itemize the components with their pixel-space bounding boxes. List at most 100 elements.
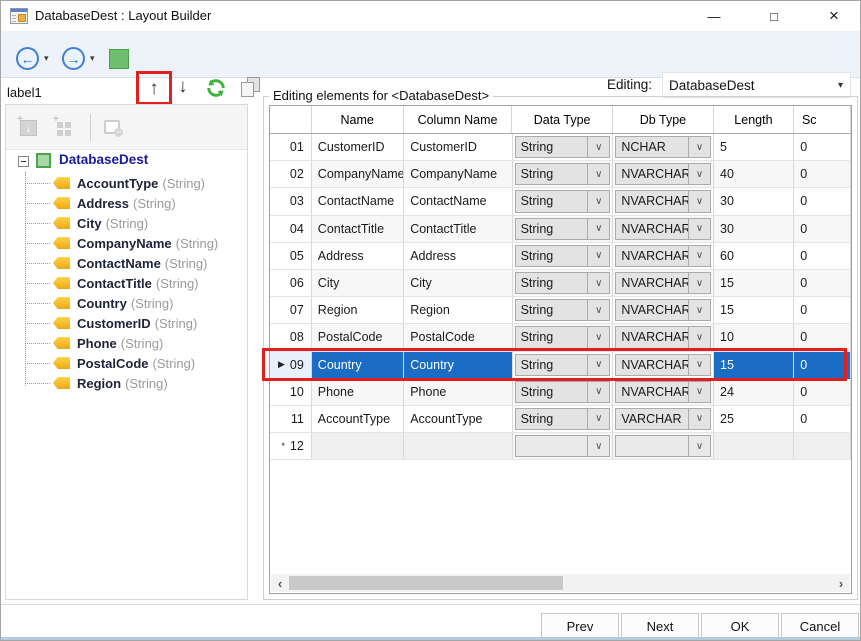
horizontal-scrollbar[interactable]: ‹ › [271, 574, 850, 592]
cell-scale[interactable]: 0 [794, 216, 851, 243]
minimize-button[interactable]: — [699, 4, 729, 28]
cell-scale[interactable]: 0 [794, 161, 851, 188]
cell-name[interactable]: Address [312, 243, 404, 270]
row-header[interactable]: 08 [270, 324, 312, 351]
copy-layout-button[interactable] [240, 77, 264, 99]
maximize-button[interactable]: □ [759, 4, 789, 28]
data-type-dropdown[interactable]: String∨ [515, 381, 611, 403]
collapse-icon[interactable] [18, 156, 29, 167]
db-type-dropdown[interactable]: NVARCHAR∨ [615, 218, 711, 240]
scrollbar-thumb[interactable] [289, 576, 563, 590]
cell-length[interactable]: 25 [714, 406, 794, 433]
tree-item[interactable]: ContactName(String) [6, 253, 247, 273]
row-header[interactable]: 06 [270, 270, 312, 297]
cell-length[interactable]: 5 [714, 134, 794, 161]
db-type-dropdown[interactable]: NVARCHAR∨ [615, 272, 711, 294]
cell-name[interactable] [312, 433, 404, 460]
data-type-dropdown[interactable]: ∨ [515, 435, 611, 457]
header-data-type[interactable]: Data Type [512, 106, 613, 133]
cell-column-name[interactable]: Address [404, 243, 512, 270]
scroll-right-icon[interactable]: › [832, 574, 850, 592]
data-type-dropdown[interactable]: String∨ [515, 272, 611, 294]
table-row[interactable]: 02 CompanyName CompanyName String∨ NVARC… [270, 161, 851, 188]
dropdown-chevron-icon[interactable]: ∨ [587, 355, 609, 375]
add-field-button[interactable]: + ↓ [18, 117, 40, 139]
cell-scale[interactable]: 0 [794, 324, 851, 351]
cell-length[interactable]: 15 [714, 270, 794, 297]
cell-name[interactable]: Country [312, 352, 404, 379]
dropdown-chevron-icon[interactable]: ∨ [688, 137, 710, 157]
dropdown-chevron-icon[interactable]: ∨ [587, 436, 609, 456]
db-type-dropdown[interactable]: NVARCHAR∨ [615, 299, 711, 321]
row-header[interactable]: 07 [270, 297, 312, 324]
header-column-name[interactable]: Column Name [404, 106, 512, 133]
db-type-dropdown[interactable]: NVARCHAR∨ [615, 163, 711, 185]
dropdown-chevron-icon[interactable]: ∨ [688, 246, 710, 266]
cell-column-name[interactable]: Country [404, 352, 512, 379]
data-type-dropdown[interactable]: String∨ [515, 218, 611, 240]
dropdown-chevron-icon[interactable]: ∨ [688, 409, 710, 429]
table-row[interactable]: 04 ContactTitle ContactTitle String∨ NVA… [270, 216, 851, 243]
table-row[interactable]: 07 Region Region String∨ NVARCHAR∨ 15 0 [270, 297, 851, 324]
cell-length[interactable]: 24 [714, 379, 794, 406]
dropdown-chevron-icon[interactable]: ∨ [587, 219, 609, 239]
cell-name[interactable]: PostalCode [312, 324, 404, 351]
back-button[interactable]: ← [16, 47, 39, 70]
dropdown-chevron-icon[interactable]: ∨ [587, 327, 609, 347]
tree-item[interactable]: CompanyName(String) [6, 233, 247, 253]
row-header[interactable]: 05 [270, 243, 312, 270]
cell-name[interactable]: CustomerID [312, 134, 404, 161]
tree-item[interactable]: Phone(String) [6, 333, 247, 353]
db-type-dropdown[interactable]: NVARCHAR∨ [615, 354, 711, 376]
tree-item[interactable]: AccountType(String) [6, 173, 247, 193]
db-type-dropdown[interactable]: NCHAR∨ [615, 136, 711, 158]
close-button[interactable]: × [819, 4, 849, 28]
header-length[interactable]: Length [714, 106, 794, 133]
header-name[interactable]: Name [312, 106, 404, 133]
cell-name[interactable]: Phone [312, 379, 404, 406]
cell-column-name[interactable]: Phone [404, 379, 512, 406]
cell-name[interactable]: CompanyName [312, 161, 404, 188]
forward-button[interactable]: → [62, 47, 85, 70]
dropdown-chevron-icon[interactable]: ∨ [587, 191, 609, 211]
cell-scale[interactable]: 0 [794, 134, 851, 161]
row-header[interactable]: 10 [270, 379, 312, 406]
cell-length[interactable] [714, 433, 794, 460]
dropdown-chevron-icon[interactable]: ∨ [688, 191, 710, 211]
ok-button[interactable]: OK [701, 613, 779, 640]
row-header[interactable]: 04 [270, 216, 312, 243]
table-row[interactable]: *12 ∨ ∨ [270, 433, 851, 460]
table-row[interactable]: 05 Address Address String∨ NVARCHAR∨ 60 … [270, 243, 851, 270]
cell-name[interactable]: City [312, 270, 404, 297]
row-header[interactable]: 01 [270, 134, 312, 161]
data-type-dropdown[interactable]: String∨ [515, 136, 611, 158]
db-type-dropdown[interactable]: ∨ [615, 435, 711, 457]
dropdown-chevron-icon[interactable]: ∨ [688, 327, 710, 347]
cell-scale[interactable]: 0 [794, 270, 851, 297]
data-type-dropdown[interactable]: String∨ [515, 299, 611, 321]
dropdown-chevron-icon[interactable]: ∨ [688, 382, 710, 402]
cell-column-name[interactable]: PostalCode [404, 324, 512, 351]
dropdown-chevron-icon[interactable]: ∨ [587, 300, 609, 320]
tree-root[interactable]: DatabaseDest [6, 149, 247, 173]
cell-length[interactable]: 15 [714, 352, 794, 379]
table-row[interactable]: 01 CustomerID CustomerID String∨ NCHAR∨ … [270, 134, 851, 161]
next-button[interactable]: Next [621, 613, 699, 640]
back-dropdown-caret-icon[interactable]: ▾ [44, 53, 49, 64]
cell-length[interactable]: 30 [714, 216, 794, 243]
dropdown-chevron-icon[interactable]: ∨ [587, 246, 609, 266]
cell-column-name[interactable]: CompanyName [404, 161, 512, 188]
dropdown-chevron-icon[interactable]: ∨ [587, 164, 609, 184]
row-header[interactable]: 11 [270, 406, 312, 433]
dropdown-chevron-icon[interactable]: ∨ [688, 355, 710, 375]
dropdown-chevron-icon[interactable]: ∨ [688, 219, 710, 239]
cell-scale[interactable]: 0 [794, 406, 851, 433]
db-type-dropdown[interactable]: NVARCHAR∨ [615, 381, 711, 403]
data-type-dropdown[interactable]: String∨ [515, 245, 611, 267]
cell-scale[interactable]: 0 [794, 243, 851, 270]
cell-column-name[interactable]: CustomerID [404, 134, 512, 161]
cell-name[interactable]: ContactTitle [312, 216, 404, 243]
editing-combobox[interactable]: DatabaseDest ▾ [662, 72, 851, 98]
row-header[interactable]: ▶09 [270, 352, 312, 379]
row-header[interactable]: 02 [270, 161, 312, 188]
